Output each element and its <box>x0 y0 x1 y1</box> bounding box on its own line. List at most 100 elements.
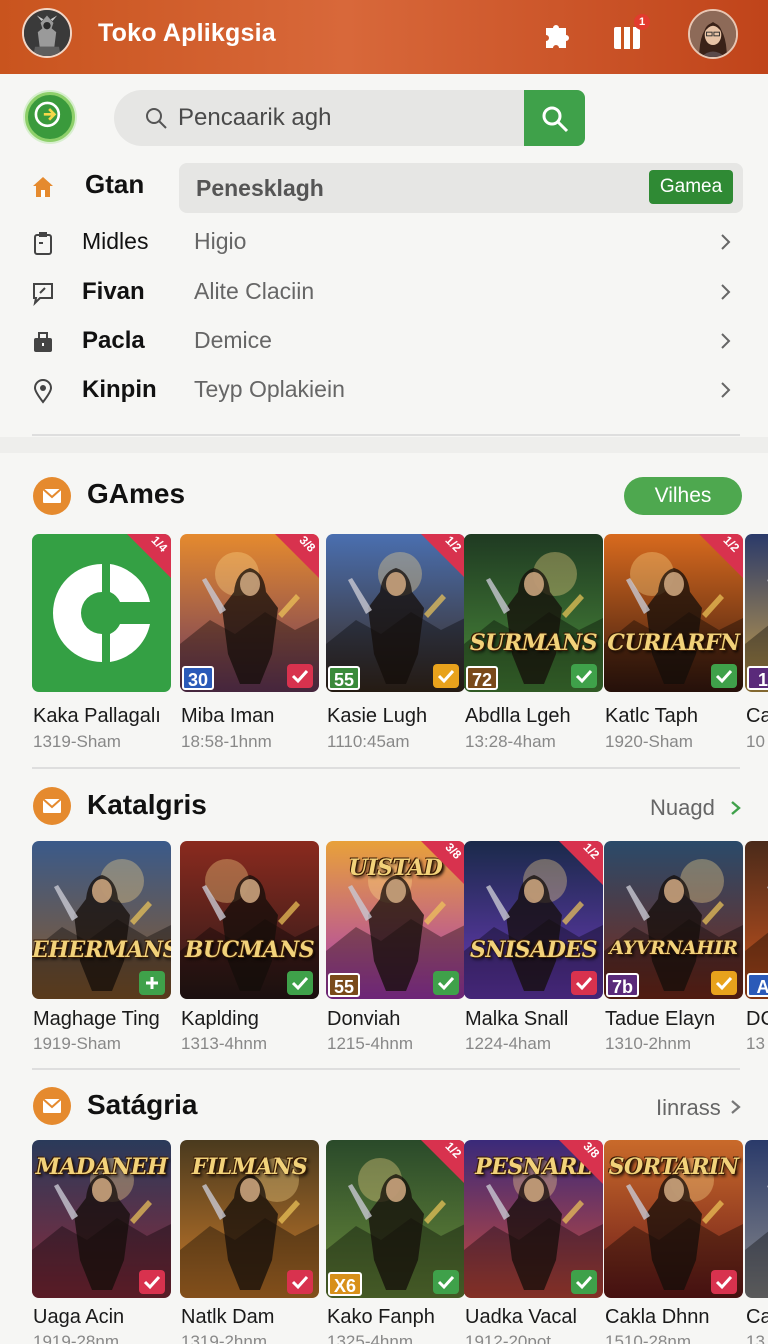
game-card[interactable]: 1/2 55 <box>326 534 465 692</box>
game-card[interactable]: A <box>745 841 768 999</box>
check-icon[interactable] <box>287 1270 313 1294</box>
game-title[interactable]: Miba Iman <box>181 705 274 728</box>
search-button[interactable] <box>524 90 585 146</box>
store-badge-icon[interactable] <box>25 92 75 142</box>
game-meta: 10 <box>746 732 765 751</box>
mail-icon <box>33 787 71 825</box>
game-title[interactable]: Donviah <box>327 1008 400 1031</box>
game-card[interactable]: EHERMANS <box>32 841 171 999</box>
check-icon[interactable] <box>287 971 313 995</box>
search-input[interactable]: Pencaarik agh <box>178 104 331 132</box>
puzzle-icon[interactable] <box>540 18 574 52</box>
game-card[interactable]: SNISADES 1/2 <box>464 841 603 999</box>
game-card[interactable]: 1/2 X6 <box>326 1140 465 1298</box>
more-link[interactable]: Nuagd <box>650 795 715 821</box>
game-card[interactable]: BUCMANS <box>180 841 319 999</box>
user-avatar[interactable] <box>688 9 738 59</box>
game-meta: 1919-Sham <box>33 1034 121 1053</box>
game-card[interactable]: FILMANS <box>180 1140 319 1298</box>
search-bar[interactable]: Pencaarik agh <box>114 90 528 146</box>
game-card[interactable]: 3/8 30 <box>180 534 319 692</box>
chevron-right-icon <box>721 284 731 300</box>
game-meta: 1313-4hnm <box>181 1034 268 1053</box>
check-icon[interactable] <box>287 664 313 688</box>
game-title[interactable]: Ca <box>746 1306 768 1329</box>
game-cover-title: MADANEH <box>35 1154 168 1180</box>
game-title[interactable]: Kaka Pallagalı <box>33 705 161 728</box>
check-icon[interactable] <box>571 664 597 688</box>
game-title[interactable]: Kako Fanph <box>327 1306 435 1329</box>
check-icon[interactable] <box>139 1270 165 1294</box>
divider <box>32 434 740 436</box>
nav-item-kinpin[interactable]: Kinpin Teyp Oplakiein <box>0 368 768 414</box>
check-icon[interactable] <box>433 1270 459 1294</box>
game-title[interactable]: Kasie Lugh <box>327 705 427 728</box>
game-meta: 1920-Sham <box>605 732 693 751</box>
game-cover-title: CURIARFN <box>607 630 740 656</box>
more-link[interactable]: Iinrass <box>656 1095 721 1121</box>
game-meta: 1325-4hnm <box>327 1332 414 1344</box>
game-title[interactable]: Katlc Taph <box>605 705 698 728</box>
game-title[interactable]: Malka Snall <box>465 1008 568 1031</box>
nav-item-gtan[interactable]: Gtan <box>0 164 768 210</box>
game-title[interactable]: Cakla Dhnn <box>605 1306 710 1329</box>
nav-item-midles[interactable]: Midles Higio <box>0 220 768 266</box>
game-cover-title: FILMANS <box>191 1154 308 1180</box>
game-title[interactable]: Kaplding <box>181 1008 259 1031</box>
nav-item-pacla[interactable]: Pacla Demice <box>0 319 768 365</box>
game-title[interactable]: Maghage Ting <box>33 1008 160 1031</box>
game-cover-art <box>745 1140 768 1298</box>
chevron-right-icon <box>721 382 731 398</box>
game-title[interactable]: DC <box>746 1008 768 1031</box>
game-card[interactable] <box>745 1140 768 1298</box>
game-card[interactable]: SURMANS 72 <box>464 534 603 692</box>
check-icon[interactable] <box>711 664 737 688</box>
check-icon[interactable] <box>711 1270 737 1294</box>
section-title: GAmes <box>87 478 186 509</box>
game-meta: 13 <box>746 1332 765 1344</box>
game-title[interactable]: Uadka Vacal <box>465 1306 577 1329</box>
game-card[interactable]: UISTAD 3/8 55 <box>326 841 465 999</box>
game-card[interactable]: SORTARIN <box>604 1140 743 1298</box>
game-card[interactable]: 1 <box>745 534 768 692</box>
rating-badge: 7b <box>606 973 640 997</box>
game-cover-title: SNISADES <box>470 937 597 963</box>
game-card[interactable]: MADANEH <box>32 1140 171 1298</box>
game-meta: 1319-Sham <box>33 732 121 751</box>
game-title[interactable]: Tadue Elayn <box>605 1008 715 1031</box>
rating-badge: A <box>747 973 768 997</box>
game-title[interactable]: Abdlla Lgeh <box>465 705 571 728</box>
home-icon <box>30 174 56 200</box>
game-card[interactable]: AYVRNAHIR 7b <box>604 841 743 999</box>
section-title: Katalgris <box>87 789 207 820</box>
divider <box>32 767 740 769</box>
warrior-logo-icon[interactable] <box>22 8 72 58</box>
gift-icon[interactable]: 1 <box>610 14 650 52</box>
game-title[interactable]: Natlk Dam <box>181 1306 274 1329</box>
app-title: Toko Aplikgsia <box>98 19 276 47</box>
chevron-right-icon <box>731 1100 741 1114</box>
nav-item-fivan[interactable]: Fivan Alite Claciin <box>0 270 768 316</box>
check-icon[interactable] <box>433 971 459 995</box>
game-card[interactable]: CURIARFN 1/2 <box>604 534 743 692</box>
nav-item-sub: Demice <box>194 327 272 353</box>
game-meta: 1224-4ham <box>465 1034 552 1053</box>
game-card[interactable]: PESNARL 3/8 <box>464 1140 603 1298</box>
game-title[interactable]: Ca <box>746 705 768 728</box>
game-card[interactable]: 1/4 <box>32 534 171 692</box>
view-more-button[interactable]: Vilhes <box>624 477 742 515</box>
game-meta: 1919-28nm <box>33 1332 120 1344</box>
game-title[interactable]: Uaga Acin <box>33 1306 124 1329</box>
game-cover-title: EHERMANS <box>32 937 171 963</box>
nav-item-sub: Higio <box>194 228 247 254</box>
top-app-bar: Toko Aplikgsia 1 <box>0 0 768 74</box>
check-icon[interactable] <box>571 971 597 995</box>
check-icon[interactable] <box>433 664 459 688</box>
add-icon[interactable] <box>139 971 165 995</box>
rating-badge: 30 <box>182 666 215 690</box>
game-meta: 1912-20pot <box>465 1332 552 1344</box>
check-icon[interactable] <box>711 971 737 995</box>
check-icon[interactable] <box>571 1270 597 1294</box>
chat-icon <box>30 280 56 307</box>
game-meta: 18:58-1hnm <box>181 732 272 751</box>
